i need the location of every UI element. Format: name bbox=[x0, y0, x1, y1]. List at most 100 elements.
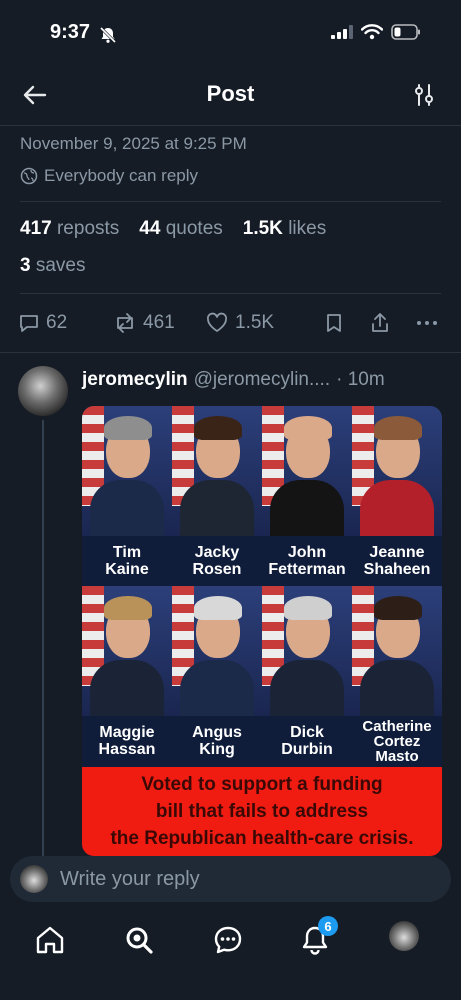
portrait-hair bbox=[374, 416, 422, 440]
last-name: Shaheen bbox=[363, 561, 431, 578]
portrait-body bbox=[180, 660, 254, 716]
wifi-icon bbox=[361, 24, 383, 40]
filter-icon[interactable] bbox=[411, 82, 437, 108]
last-name: Cortez Masto bbox=[373, 732, 421, 765]
first-name: Angus bbox=[192, 724, 242, 741]
portrait-hair bbox=[374, 596, 422, 620]
portrait-hair bbox=[194, 416, 242, 440]
portrait-name: Maggie Hassan bbox=[82, 716, 172, 766]
engagement-stats: 417 reposts 44 quotes 1.5K likes bbox=[20, 218, 326, 240]
portrait-photo bbox=[262, 406, 352, 536]
portrait-photo bbox=[352, 586, 442, 716]
image-banner: Voted to support a funding bill that fai… bbox=[82, 767, 442, 856]
like-count: 1.5K bbox=[235, 312, 275, 333]
search-icon[interactable] bbox=[122, 923, 156, 957]
portrait-name: Jeanne Shaheen bbox=[352, 536, 442, 586]
portrait-photo bbox=[172, 406, 262, 536]
heart-icon bbox=[206, 312, 228, 332]
portrait-body bbox=[360, 660, 434, 716]
status-indicators bbox=[331, 24, 421, 40]
more-options-icon[interactable] bbox=[415, 312, 439, 334]
first-name: Jacky bbox=[194, 544, 240, 561]
saves-stat[interactable]: 3 saves bbox=[20, 255, 86, 277]
chat-icon[interactable] bbox=[211, 923, 245, 957]
signal-icon bbox=[331, 25, 353, 39]
portrait-hair bbox=[194, 596, 242, 620]
reposts-stat[interactable]: 417 reposts bbox=[20, 218, 119, 240]
share-icon[interactable] bbox=[369, 312, 391, 334]
notification-badge: 6 bbox=[318, 916, 338, 936]
portrait-body bbox=[90, 660, 164, 716]
banner-line: bill that fails to address bbox=[155, 801, 369, 822]
silent-bell-icon bbox=[99, 26, 117, 44]
portrait-name: Tim Kaine bbox=[82, 536, 172, 586]
divider bbox=[20, 293, 441, 294]
bottom-tab-bar bbox=[0, 905, 461, 1000]
avatar[interactable] bbox=[18, 366, 68, 416]
portrait-photo bbox=[82, 406, 172, 536]
home-icon[interactable] bbox=[33, 923, 67, 957]
first-name: Dick bbox=[290, 724, 324, 741]
battery-icon bbox=[391, 24, 420, 40]
reply-setting[interactable]: Everybody can reply bbox=[20, 166, 198, 186]
comment-icon bbox=[20, 315, 38, 332]
status-time: 9:37 bbox=[50, 21, 91, 43]
repost-count: 461 bbox=[143, 312, 175, 333]
portrait-photo bbox=[82, 586, 172, 716]
last-name: Durbin bbox=[281, 741, 333, 758]
profile-tab-avatar[interactable] bbox=[389, 921, 419, 951]
avatar bbox=[20, 865, 48, 893]
reply-author-name[interactable]: jeromecylin bbox=[82, 369, 188, 391]
last-name: Hassan bbox=[98, 741, 156, 758]
quotes-stat[interactable]: 44 quotes bbox=[139, 218, 222, 240]
last-name: Fetterman bbox=[268, 561, 346, 578]
portrait-name: John Fetterman bbox=[262, 536, 352, 586]
reply-author-handle[interactable]: @jeromecylin.... bbox=[194, 369, 331, 391]
reply-time: · 10m bbox=[336, 369, 385, 390]
status-bar: 9:37 bbox=[0, 0, 461, 62]
portrait-photo bbox=[352, 406, 442, 536]
bookmark-icon[interactable] bbox=[323, 312, 345, 334]
portrait-hair bbox=[104, 416, 152, 440]
first-name: Tim bbox=[112, 544, 142, 561]
divider bbox=[0, 352, 461, 353]
portrait-name: Catherine Cortez Masto bbox=[352, 716, 442, 766]
repost-icon bbox=[117, 313, 133, 333]
page-title: Post bbox=[206, 81, 255, 106]
reply-composer[interactable] bbox=[10, 856, 451, 902]
top-nav-bar: Post bbox=[0, 62, 461, 126]
banner-line: Voted to support a funding bbox=[141, 774, 383, 795]
repost-button[interactable]: 461 bbox=[113, 312, 205, 334]
first-name: Jeanne bbox=[369, 544, 425, 561]
post-timestamp: November 9, 2025 at 9:25 PM bbox=[20, 134, 247, 153]
banner-line: the Republican health-care crisis. bbox=[110, 828, 414, 849]
likes-stat[interactable]: 1.5K likes bbox=[243, 218, 326, 240]
reply-button[interactable]: 62 bbox=[18, 312, 113, 334]
portrait-photo bbox=[172, 586, 262, 716]
globe-icon bbox=[20, 167, 38, 185]
reply-image[interactable]: Tim Kaine Jacky Rosen John Fetterman Jeanne Sha… bbox=[82, 406, 442, 856]
divider bbox=[20, 201, 441, 202]
portrait-name: Dick Durbin bbox=[262, 716, 352, 766]
last-name: King bbox=[199, 741, 235, 758]
portrait-body bbox=[180, 480, 254, 536]
portrait-hair bbox=[284, 416, 332, 440]
first-name: Catherine bbox=[362, 717, 432, 735]
portrait-hair bbox=[284, 596, 332, 620]
portrait-photo bbox=[262, 586, 352, 716]
like-button[interactable]: 1.5K bbox=[205, 312, 313, 334]
last-name: Kaine bbox=[105, 561, 149, 578]
first-name: Maggie bbox=[99, 724, 155, 741]
reply-count: 62 bbox=[46, 312, 68, 333]
reply-input[interactable] bbox=[60, 867, 400, 891]
portrait-body bbox=[360, 480, 434, 536]
portrait-body bbox=[90, 480, 164, 536]
portrait-hair bbox=[104, 596, 152, 620]
portrait-body bbox=[270, 660, 344, 716]
reply-header: jeromecylin @jeromecylin.... · 10m bbox=[82, 369, 385, 391]
reply-setting-label: Everybody can reply bbox=[44, 166, 199, 185]
portrait-body bbox=[270, 480, 344, 536]
portrait-name: Angus King bbox=[172, 716, 262, 766]
post-action-bar: 62 461 1.5K bbox=[18, 307, 443, 339]
last-name: Rosen bbox=[192, 561, 242, 578]
